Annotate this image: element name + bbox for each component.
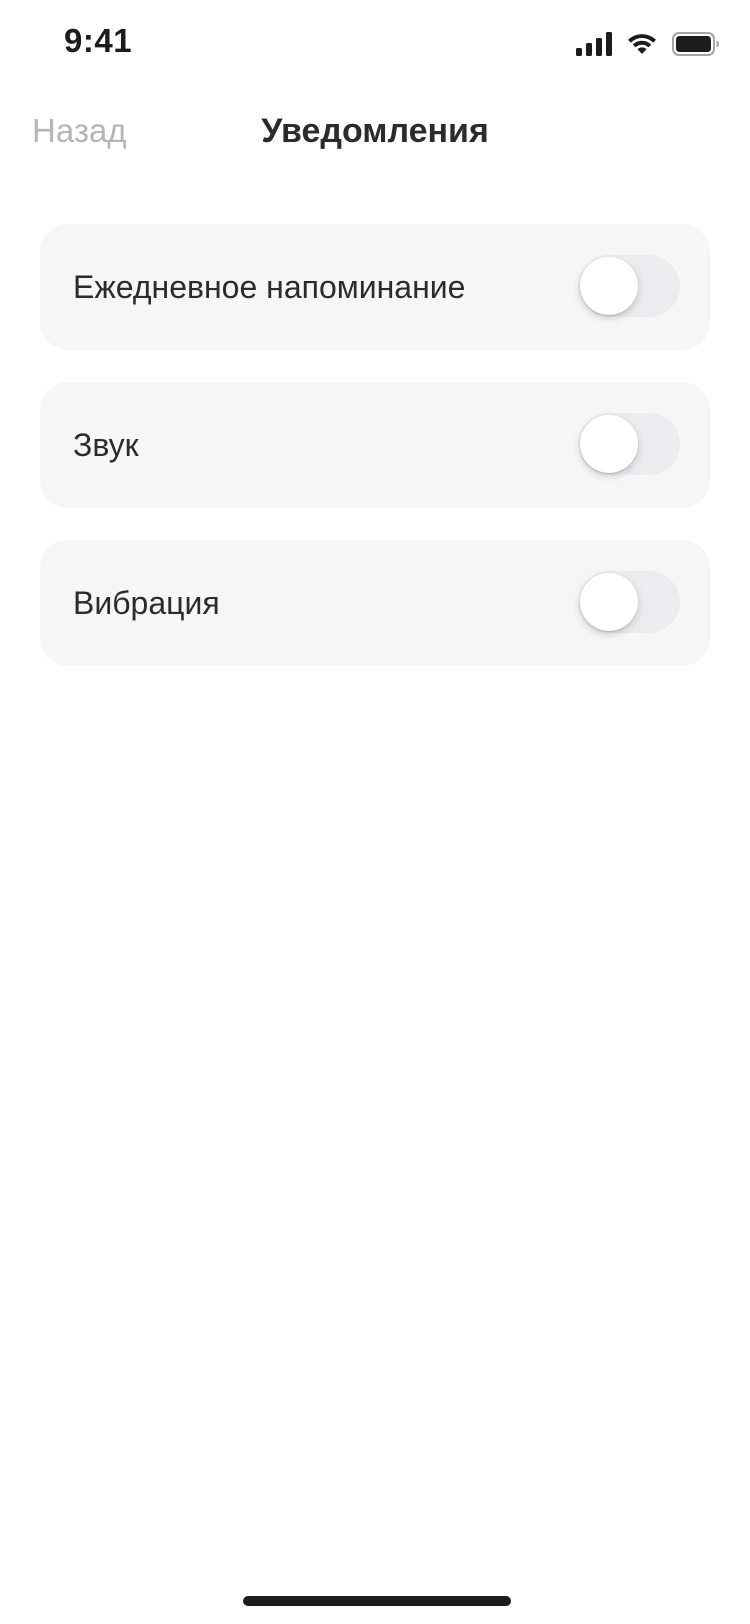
cellular-signal-icon — [576, 32, 612, 56]
setting-label-vibration: Вибрация — [73, 585, 220, 621]
toggle-knob — [580, 573, 638, 631]
settings-list: Ежедневное напоминание Звук Вибрация — [40, 224, 710, 698]
setting-row-vibration: Вибрация — [40, 540, 710, 666]
setting-label-daily-reminder: Ежедневное напоминание — [73, 269, 466, 305]
setting-row-daily-reminder: Ежедневное напоминание — [40, 224, 710, 350]
setting-row-sound: Звук — [40, 382, 710, 508]
sound-toggle[interactable] — [578, 413, 680, 475]
setting-label-sound: Звук — [73, 427, 139, 463]
status-bar: 9:41 — [0, 0, 750, 88]
wifi-icon — [626, 32, 658, 56]
home-indicator[interactable] — [243, 1596, 511, 1606]
vibration-toggle[interactable] — [578, 571, 680, 633]
battery-icon — [672, 32, 720, 56]
status-icons — [576, 30, 720, 58]
toggle-knob — [580, 257, 638, 315]
page-title: Уведомления — [261, 112, 489, 150]
daily-reminder-toggle[interactable] — [578, 255, 680, 317]
status-time: 9:41 — [64, 22, 133, 59]
toggle-knob — [580, 415, 638, 473]
navigation-bar: Назад Уведомления — [0, 100, 750, 164]
